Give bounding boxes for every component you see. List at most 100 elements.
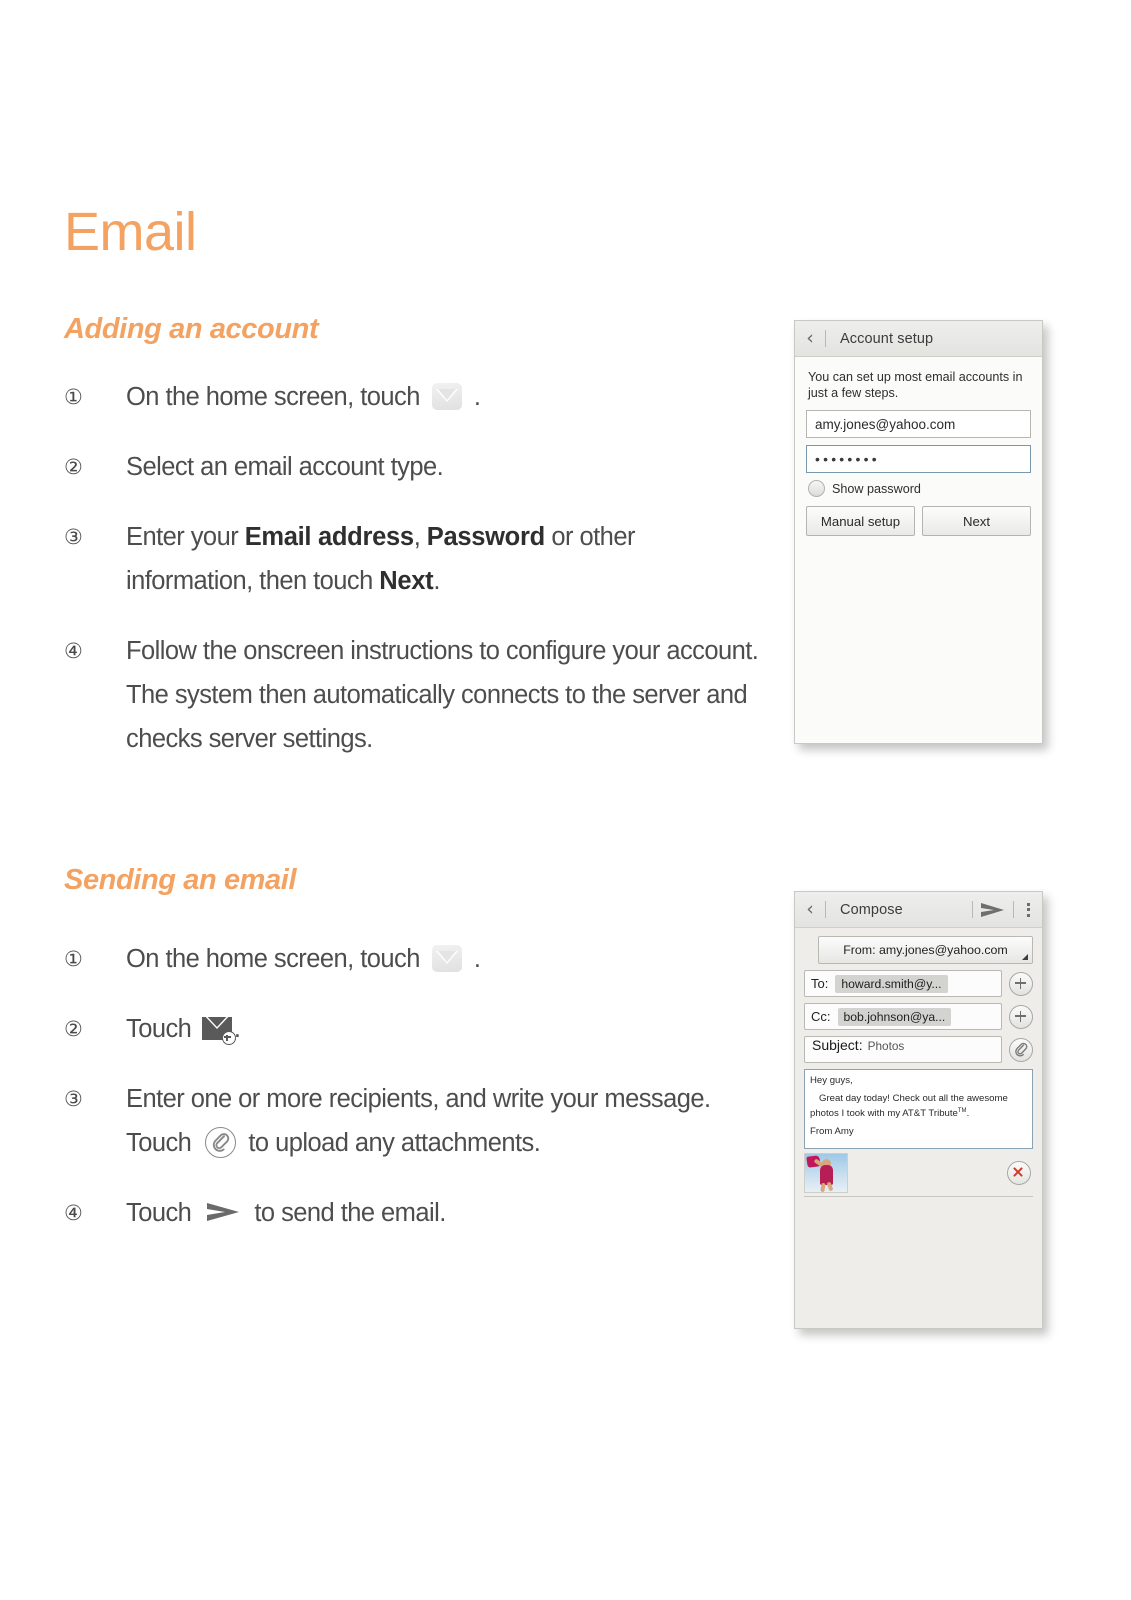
list-item: ② Select an email account type. bbox=[64, 445, 764, 489]
step-text-part: . bbox=[467, 945, 481, 973]
list-item: ① On the home screen, touch . bbox=[64, 375, 764, 419]
account-setup-title: Account setup bbox=[840, 330, 934, 347]
step-text-part: On the home screen, touch bbox=[126, 945, 427, 973]
step-text-part: to upload any attachments. bbox=[241, 1129, 541, 1157]
account-setup-screenshot: ‹ Account setup You can set up most emai… bbox=[794, 320, 1043, 744]
message-line-2-end: . bbox=[966, 1108, 970, 1120]
thumbnail-leg-left bbox=[820, 1182, 826, 1193]
compose-body: From: amy.jones@yahoo.com To: howard.smi… bbox=[795, 928, 1042, 1198]
show-password-checkbox[interactable] bbox=[808, 480, 825, 497]
email-address-field[interactable]: amy.jones@yahoo.com bbox=[806, 410, 1031, 438]
message-line-1: Hey guys, bbox=[810, 1075, 853, 1086]
account-setup-titlebar: ‹ Account setup bbox=[795, 321, 1042, 357]
envelope-light-icon bbox=[432, 944, 463, 972]
step-text: Touch . bbox=[126, 1007, 764, 1051]
step-text: Follow the onscreen instructions to conf… bbox=[126, 637, 759, 753]
titlebar-divider bbox=[825, 330, 826, 347]
step-text-part: Touch bbox=[126, 1199, 198, 1227]
step-text-part: . bbox=[467, 383, 481, 411]
list-item: ① On the home screen, touch . bbox=[64, 937, 764, 981]
steps-list-sending-an-email: ① On the home screen, touch . ② Touch . … bbox=[64, 937, 764, 1261]
subject-row: Subject: Photos bbox=[804, 1036, 1033, 1063]
from-value: From: amy.jones@yahoo.com bbox=[843, 943, 1008, 957]
show-password-label: Show password bbox=[832, 481, 921, 496]
message-body-field[interactable]: Hey guys, Great day today! Check out all… bbox=[804, 1069, 1033, 1150]
compose-title: Compose bbox=[840, 901, 903, 918]
steps-list-adding-an-account: ① On the home screen, touch . ② Select a… bbox=[64, 375, 764, 787]
list-item: ④ Follow the onscreen instructions to co… bbox=[64, 629, 764, 761]
account-setup-button-row: Manual setup Next bbox=[806, 506, 1031, 536]
step-number: ② bbox=[64, 1017, 83, 1041]
chevron-down-icon bbox=[1022, 954, 1028, 960]
step-number: ① bbox=[64, 385, 83, 409]
envelope-light-icon bbox=[432, 382, 463, 410]
list-item: ② Touch . bbox=[64, 1007, 764, 1051]
message-line-3: From Amy bbox=[810, 1126, 854, 1138]
subject-label: Subject: bbox=[812, 1037, 863, 1053]
step-text: On the home screen, touch . bbox=[126, 375, 764, 419]
compose-envelope-icon bbox=[201, 1017, 236, 1046]
titlebar-divider bbox=[825, 901, 826, 918]
photo-thumbnail[interactable] bbox=[804, 1153, 848, 1194]
step-number: ④ bbox=[64, 1201, 83, 1225]
step-text-part: On the home screen, touch bbox=[126, 383, 427, 411]
step-text-part: , bbox=[413, 523, 427, 551]
step-text: Select an email account type. bbox=[126, 453, 444, 481]
page-title: Email bbox=[64, 202, 197, 262]
from-field[interactable]: From: amy.jones@yahoo.com bbox=[818, 936, 1033, 964]
remove-attachment-icon[interactable] bbox=[1007, 1161, 1031, 1186]
subject-value: Photos bbox=[867, 1039, 905, 1053]
step-emphasis-email-address: Email address bbox=[244, 523, 414, 551]
paperclip-circle-icon bbox=[204, 1126, 236, 1158]
cc-label: Cc: bbox=[811, 1009, 831, 1024]
list-item: ③ Enter one or more recipients, and writ… bbox=[64, 1077, 764, 1165]
to-row: To: howard.smith@y... bbox=[804, 970, 1033, 997]
to-label: To: bbox=[811, 976, 829, 991]
step-text-part: Enter your bbox=[126, 523, 245, 551]
to-recipient-chip[interactable]: howard.smith@y... bbox=[835, 974, 948, 993]
paperclip-icon[interactable] bbox=[1009, 1037, 1033, 1062]
show-password-row[interactable]: Show password bbox=[808, 480, 1031, 497]
next-button[interactable]: Next bbox=[922, 506, 1031, 536]
message-line-2: Great day today! Check out all the aweso… bbox=[810, 1092, 1027, 1120]
compose-screenshot: ‹ Compose From: amy.jones@yahoo.com To: … bbox=[794, 891, 1043, 1329]
step-text: Enter one or more recipients, and write … bbox=[126, 1077, 764, 1165]
step-number: ② bbox=[64, 455, 83, 479]
step-number: ① bbox=[64, 947, 83, 971]
step-text-part: . bbox=[433, 567, 440, 595]
step-emphasis-password: Password bbox=[426, 523, 545, 551]
list-item: ④ Touch to send the email. bbox=[64, 1191, 764, 1235]
step-text-part: Touch bbox=[126, 1015, 198, 1043]
add-contact-icon[interactable] bbox=[1009, 971, 1033, 996]
add-contact-icon[interactable] bbox=[1009, 1004, 1033, 1029]
section-heading-sending-an-email: Sending an email bbox=[64, 864, 297, 896]
chevron-left-icon[interactable]: ‹ bbox=[795, 329, 825, 348]
step-text: Touch to send the email. bbox=[126, 1191, 764, 1235]
trademark-superscript: TM bbox=[957, 1108, 967, 1114]
subject-field[interactable]: Subject: Photos bbox=[804, 1036, 1002, 1063]
step-number: ③ bbox=[64, 1087, 83, 1111]
cc-field[interactable]: Cc: bob.johnson@ya... bbox=[804, 1003, 1002, 1030]
send-arrow-icon[interactable] bbox=[973, 901, 1013, 919]
account-setup-body: You can set up most email accounts in ju… bbox=[795, 357, 1042, 536]
account-setup-intro-text: You can set up most email accounts in ju… bbox=[808, 370, 1023, 400]
step-text-part: to send the email. bbox=[247, 1199, 446, 1227]
compose-titlebar-actions bbox=[972, 892, 1042, 927]
step-number: ③ bbox=[64, 525, 83, 549]
step-emphasis-next: Next bbox=[379, 567, 434, 595]
compose-titlebar: ‹ Compose bbox=[795, 892, 1042, 928]
send-arrow-icon bbox=[205, 1200, 241, 1224]
cc-row: Cc: bob.johnson@ya... bbox=[804, 1003, 1033, 1030]
password-field[interactable]: •••••••• bbox=[806, 445, 1031, 473]
step-text: On the home screen, touch . bbox=[126, 937, 764, 981]
manual-setup-button[interactable]: Manual setup bbox=[806, 506, 915, 536]
kebab-menu-icon[interactable] bbox=[1014, 902, 1042, 917]
step-number: ④ bbox=[64, 639, 83, 663]
cc-recipient-chip[interactable]: bob.johnson@ya... bbox=[837, 1007, 952, 1026]
attachment-row bbox=[804, 1153, 1033, 1198]
list-item: ③ Enter your Email address, Password or … bbox=[64, 515, 764, 603]
chevron-left-icon[interactable]: ‹ bbox=[795, 900, 825, 919]
password-dots: •••••••• bbox=[815, 451, 880, 467]
to-field[interactable]: To: howard.smith@y... bbox=[804, 970, 1002, 997]
section-heading-adding-an-account: Adding an account bbox=[64, 313, 319, 345]
